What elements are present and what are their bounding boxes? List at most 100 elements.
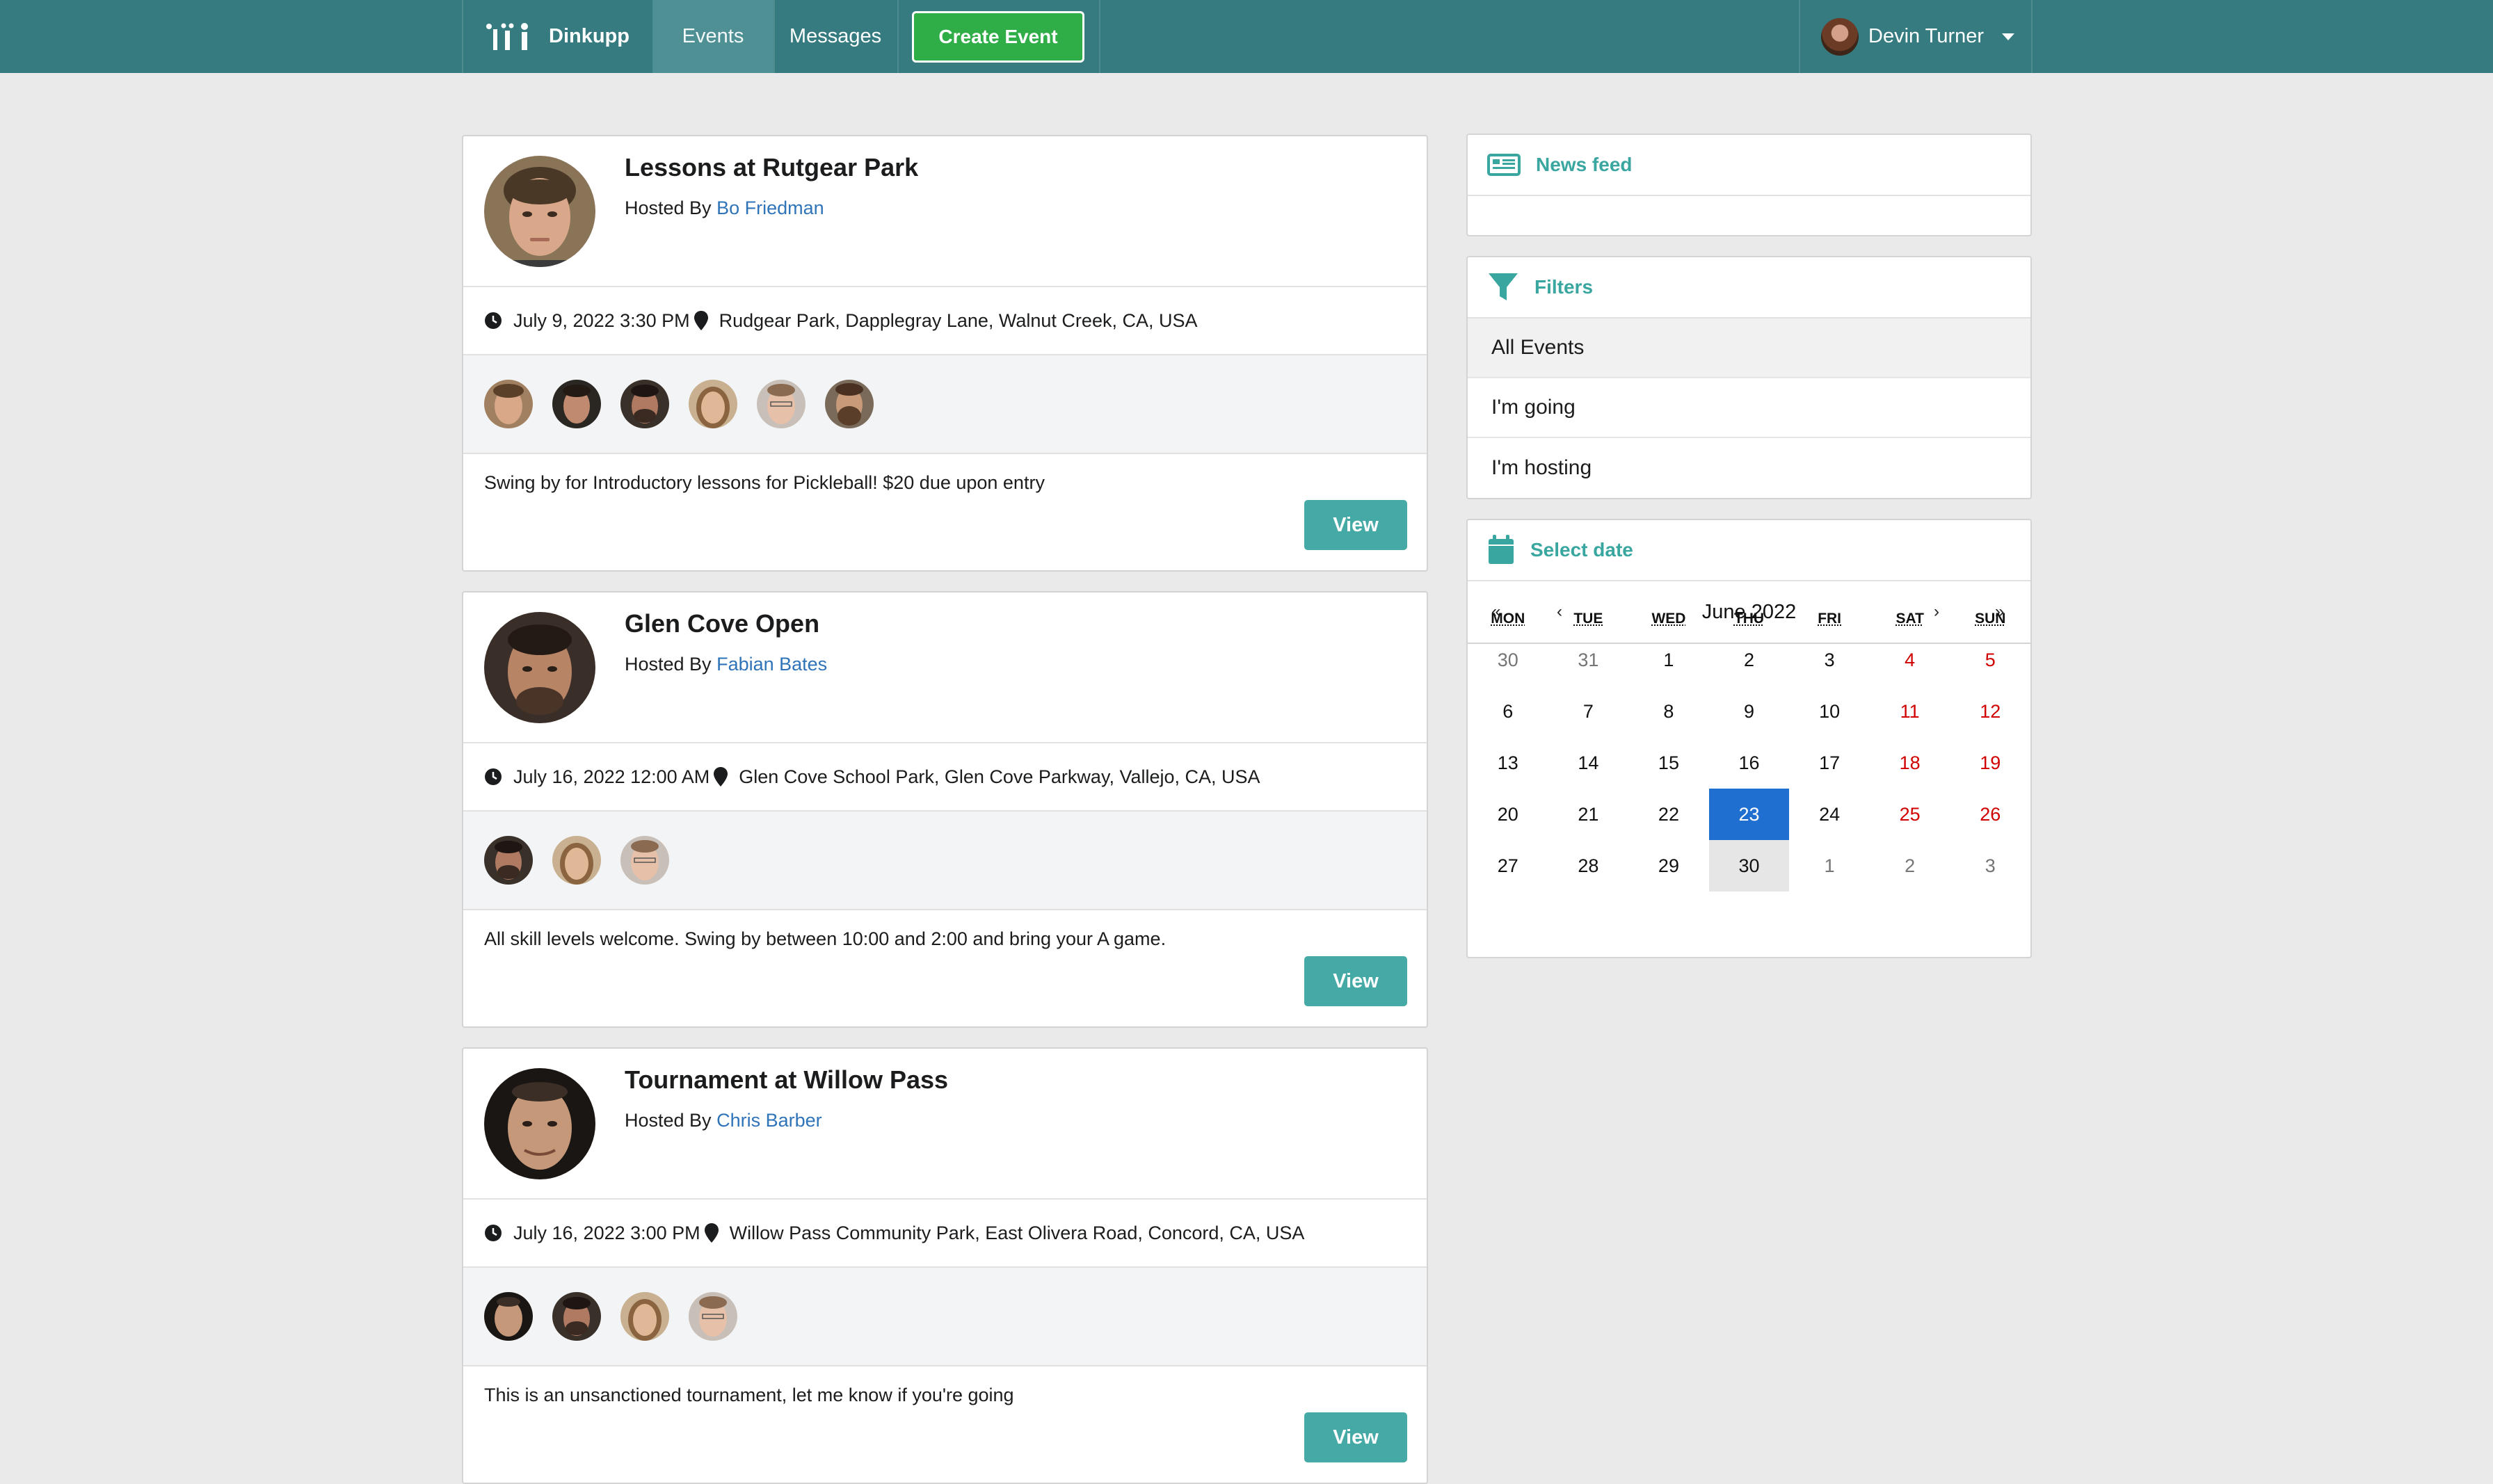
- calendar-day[interactable]: 23: [1708, 789, 1790, 840]
- map-pin-icon: [694, 311, 708, 330]
- calendar-day[interactable]: 11: [1870, 686, 1950, 737]
- view-event-button[interactable]: View: [1304, 956, 1407, 1006]
- calendar-day[interactable]: 24: [1789, 789, 1870, 840]
- event-card-header: Tournament at Willow Pass Hosted By Chri…: [463, 1049, 1427, 1200]
- user-avatar: [1821, 17, 1859, 56]
- event-card: Glen Cove Open Hosted By Fabian Bates Ju…: [462, 591, 1428, 1028]
- view-event-button[interactable]: View: [1304, 1412, 1407, 1462]
- calendar-day[interactable]: 17: [1789, 737, 1870, 789]
- calendar-week-row: 6 7 8 9 10 11 12: [1468, 686, 2030, 737]
- calendar-day[interactable]: 13: [1468, 737, 1548, 789]
- calendar-day[interactable]: 10: [1789, 686, 1870, 737]
- calendar-day[interactable]: 2: [1709, 634, 1790, 686]
- clock-icon: [485, 1225, 502, 1241]
- calendar-day[interactable]: 2: [1870, 840, 1950, 892]
- calendar-day[interactable]: 22: [1628, 789, 1709, 840]
- host-name-link[interactable]: Chris Barber: [716, 1110, 822, 1131]
- attendee-avatar[interactable]: [757, 380, 805, 428]
- filter-im-going[interactable]: I'm going: [1468, 378, 2030, 438]
- calendar-day[interactable]: 1: [1789, 840, 1870, 892]
- weekday-label: TUE: [1573, 611, 1603, 627]
- select-date-label: Select date: [1530, 539, 1633, 560]
- host-avatar[interactable]: [484, 612, 595, 723]
- calendar-day[interactable]: 27: [1468, 840, 1548, 892]
- calendar-day[interactable]: 15: [1628, 737, 1709, 789]
- attendee-avatar[interactable]: [552, 380, 601, 428]
- calendar-week-row: 27 28 29 30 1 2 3: [1468, 840, 2030, 892]
- create-event-button[interactable]: Create Event: [912, 10, 1084, 63]
- attendee-avatar[interactable]: [620, 1292, 669, 1341]
- calendar-day[interactable]: 8: [1628, 686, 1709, 737]
- calendar-day[interactable]: 6: [1468, 686, 1548, 737]
- event-datetime: July 16, 2022 12:00 AM: [513, 766, 710, 787]
- host-avatar[interactable]: [484, 156, 595, 267]
- event-title[interactable]: Glen Cove Open: [625, 609, 819, 638]
- calendar-day[interactable]: 18: [1870, 737, 1950, 789]
- calendar-day[interactable]: 5: [1950, 634, 2030, 686]
- attendee-avatar[interactable]: [620, 380, 669, 428]
- calendar-day[interactable]: 1: [1628, 634, 1709, 686]
- app-name: Dinkupp: [549, 25, 630, 47]
- event-location: Glen Cove School Park, Glen Cove Parkway…: [739, 766, 1260, 787]
- calendar-day[interactable]: 28: [1548, 840, 1629, 892]
- calendar-day[interactable]: 26: [1950, 789, 2030, 840]
- calendar-day[interactable]: 30: [1468, 634, 1548, 686]
- calendar-day[interactable]: 12: [1950, 686, 2030, 737]
- calendar-day[interactable]: 9: [1709, 686, 1790, 737]
- event-info-row: July 16, 2022 12:00 AM Glen Cove School …: [463, 743, 1427, 812]
- host-name-link[interactable]: Fabian Bates: [716, 654, 827, 675]
- attendee-avatar[interactable]: [484, 1292, 533, 1341]
- filter-im-hosting[interactable]: I'm hosting: [1468, 438, 2030, 498]
- nav-tab-messages[interactable]: Messages: [773, 0, 897, 73]
- attendee-avatar[interactable]: [484, 380, 533, 428]
- calendar-day[interactable]: 25: [1870, 789, 1950, 840]
- calendar-day[interactable]: 30: [1708, 840, 1790, 892]
- news-feed-header[interactable]: News feed: [1468, 135, 2030, 196]
- calendar-day[interactable]: 4: [1870, 634, 1950, 686]
- attendee-avatar[interactable]: [552, 1292, 601, 1341]
- event-info-row: July 9, 2022 3:30 PM Rudgear Park, Dappl…: [463, 287, 1427, 355]
- host-name-link[interactable]: Bo Friedman: [716, 197, 824, 218]
- nav-divider: [2031, 0, 2033, 73]
- clock-icon: [485, 768, 502, 785]
- select-date-panel: Select date « ‹ June 2022 › » MON TUE WED T…: [1466, 519, 2032, 958]
- caret-down-icon: [2002, 33, 2015, 40]
- view-event-button[interactable]: View: [1304, 500, 1407, 550]
- attendee-avatar[interactable]: [689, 1292, 737, 1341]
- filters-header: Filters: [1468, 257, 2030, 318]
- weekday-label: WED: [1651, 611, 1686, 627]
- attendee-avatar[interactable]: [825, 380, 874, 428]
- event-location: Rudgear Park, Dapplegray Lane, Walnut Cr…: [719, 309, 1198, 331]
- calendar-day[interactable]: 21: [1548, 789, 1629, 840]
- attendee-avatar[interactable]: [620, 836, 669, 885]
- event-host-line: Hosted By Fabian Bates: [625, 654, 827, 675]
- calendar-icon: [1489, 535, 1514, 564]
- nav-tab-events[interactable]: Events: [652, 0, 773, 73]
- attendee-avatar[interactable]: [552, 836, 601, 885]
- calendar-day[interactable]: 7: [1548, 686, 1629, 737]
- event-card: Lessons at Rutgear Park Hosted By Bo Fri…: [462, 135, 1428, 572]
- calendar-day[interactable]: 3: [1950, 840, 2030, 892]
- filter-icon: [1489, 273, 1518, 300]
- event-card: Tournament at Willow Pass Hosted By Chri…: [462, 1047, 1428, 1484]
- event-title[interactable]: Tournament at Willow Pass: [625, 1065, 948, 1095]
- calendar-day[interactable]: 29: [1628, 840, 1709, 892]
- event-title[interactable]: Lessons at Rutgear Park: [625, 153, 918, 182]
- calendar-day[interactable]: 19: [1950, 737, 2030, 789]
- app-logo-link[interactable]: Dinkupp: [462, 0, 652, 73]
- calendar-day[interactable]: 20: [1468, 789, 1548, 840]
- weekday-label: SAT: [1895, 611, 1924, 627]
- calendar-day[interactable]: 31: [1548, 634, 1629, 686]
- calendar-day[interactable]: 3: [1789, 634, 1870, 686]
- attendee-avatars: [463, 355, 1427, 454]
- host-avatar[interactable]: [484, 1068, 595, 1179]
- event-host-line: Hosted By Bo Friedman: [625, 197, 824, 219]
- calendar-day[interactable]: 16: [1709, 737, 1790, 789]
- attendee-avatar[interactable]: [484, 836, 533, 885]
- attendee-avatar[interactable]: [689, 380, 737, 428]
- event-datetime: July 9, 2022 3:30 PM: [513, 309, 690, 331]
- filter-all-events[interactable]: All Events: [1468, 318, 2030, 378]
- filters-panel: Filters All Events I'm going I'm hosting: [1466, 256, 2032, 499]
- user-menu-dropdown[interactable]: Devin Turner: [1799, 0, 2031, 73]
- calendar-day[interactable]: 14: [1548, 737, 1629, 789]
